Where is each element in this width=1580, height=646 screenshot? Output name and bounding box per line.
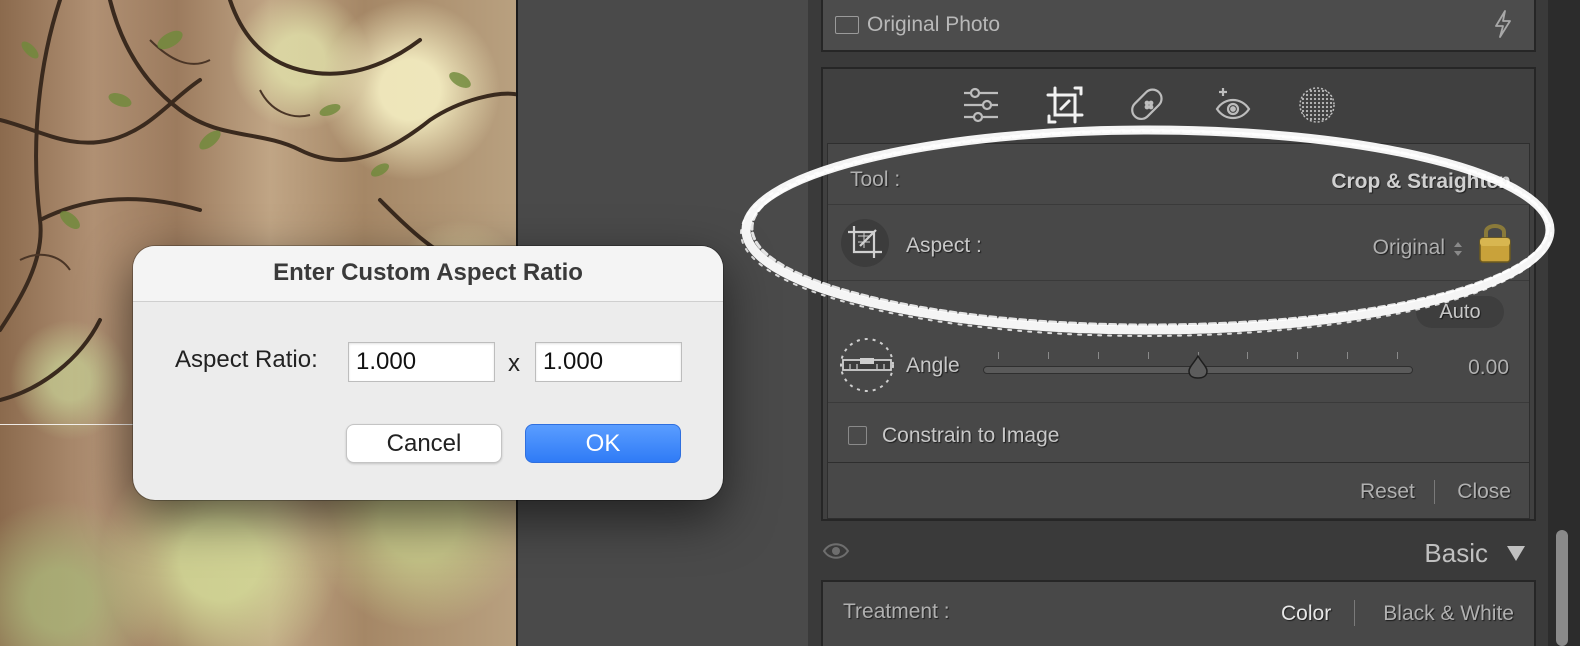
collapse-triangle-icon[interactable] (1506, 542, 1526, 568)
close-button[interactable]: Close (1457, 480, 1511, 504)
divider (828, 204, 1529, 205)
level-icon[interactable] (838, 336, 896, 399)
original-photo-row: Original Photo (821, 0, 1536, 52)
ratio-separator: x (508, 350, 520, 377)
crop-straighten-section: Tool : Crop & Straighten Aspect : Origin… (827, 143, 1530, 519)
aspect-label: Aspect : (906, 234, 982, 257)
lock-icon[interactable] (1477, 220, 1513, 269)
treatment-bw-option[interactable]: Black & White (1383, 602, 1514, 626)
button-separator (1434, 480, 1435, 504)
tool-label: Tool : (850, 168, 901, 191)
scrollbar-thumb[interactable] (1556, 530, 1568, 646)
app-window: Original Photo Tool: Crop & Straighten … (0, 0, 1580, 646)
auto-button[interactable]: Auto (1416, 296, 1504, 328)
reset-button[interactable]: Reset (1360, 480, 1415, 504)
treatment-label: Treatment : (843, 600, 950, 623)
angle-label: Angle (906, 354, 960, 377)
original-photo-checkbox[interactable] (835, 16, 859, 34)
healing-bandage-icon[interactable] (1124, 80, 1174, 130)
divider (828, 280, 1529, 281)
basic-panel-header[interactable]: Basic (808, 528, 1548, 578)
crop-icon[interactable] (1040, 80, 1090, 130)
angle-slider-thumb[interactable] (1185, 354, 1211, 385)
dialog-title: Enter Custom Aspect Ratio (133, 246, 723, 302)
bolt-icon[interactable] (1494, 10, 1512, 45)
treatment-color-option[interactable]: Color (1281, 602, 1331, 626)
redeye-icon[interactable] (1208, 80, 1258, 130)
custom-aspect-dialog: Enter Custom Aspect Ratio Aspect Ratio: … (133, 246, 723, 500)
tool-strip (823, 69, 1534, 141)
basic-title: Basic (1424, 538, 1488, 568)
edit-sliders-icon[interactable] (956, 80, 1006, 130)
ok-button[interactable]: OK (525, 424, 681, 463)
constrain-checkbox[interactable] (848, 426, 867, 445)
aspect-width-input[interactable] (348, 342, 495, 382)
angle-value[interactable]: 0.00 (1468, 356, 1509, 380)
develop-tool-panel: Tool : Crop & Straighten Aspect : Origin… (821, 67, 1536, 521)
original-photo-label: Original Photo (867, 13, 1001, 36)
aspect-crop-icon[interactable] (840, 218, 890, 273)
eye-icon[interactable] (822, 540, 850, 567)
mask-icon[interactable] (1292, 80, 1342, 130)
cancel-button[interactable]: Cancel (346, 424, 502, 463)
treatment-row: Treatment : Color Black & White (821, 580, 1536, 646)
panel-scrollbar[interactable] (1548, 0, 1580, 646)
divider (828, 462, 1529, 463)
aspect-height-input[interactable] (535, 342, 682, 382)
tool-value: Crop & Straighten (1331, 170, 1511, 193)
aspect-value[interactable]: Original (1373, 236, 1445, 260)
aspect-ratio-label: Aspect Ratio: (175, 346, 318, 373)
option-separator (1354, 600, 1355, 626)
constrain-label: Constrain to Image (882, 424, 1060, 447)
divider (828, 402, 1529, 403)
